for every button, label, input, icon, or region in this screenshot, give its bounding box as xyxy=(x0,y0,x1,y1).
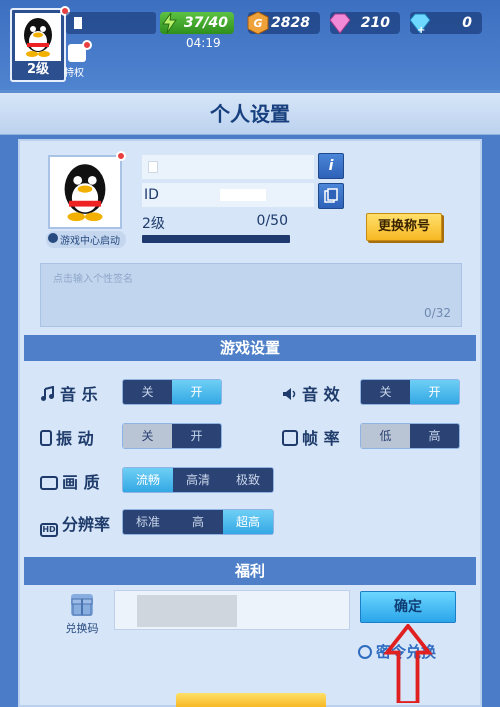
player-avatar[interactable]: 2级 xyxy=(10,6,70,82)
speaker-icon xyxy=(282,386,298,402)
signature-placeholder: 点击输入个性签名 xyxy=(53,274,133,285)
xp-value: 0/50 xyxy=(256,213,288,229)
music-setting-label: 音 乐 xyxy=(40,381,98,405)
diamond-counter[interactable]: + 0 xyxy=(408,11,482,36)
profile-level: 2级 xyxy=(142,216,165,232)
vibration-off[interactable]: 关 xyxy=(123,424,172,448)
framerate-low[interactable]: 低 xyxy=(361,424,410,448)
vibration-on[interactable]: 开 xyxy=(172,424,221,448)
redeem-code-label: 兑换码 xyxy=(62,594,102,644)
resolution-high[interactable]: 高 xyxy=(173,510,223,534)
quality-smooth[interactable]: 流畅 xyxy=(123,468,173,492)
music-note-icon xyxy=(40,385,56,402)
music-off[interactable]: 关 xyxy=(123,380,172,404)
penguin-small-icon xyxy=(48,233,58,243)
change-title-button[interactable]: 更换称号 xyxy=(366,213,442,241)
diamond-plus-icon: + xyxy=(408,11,432,36)
privilege-button[interactable]: 特权 xyxy=(64,40,92,80)
redeem-code-input[interactable] xyxy=(114,590,350,630)
diamond-value: 0 xyxy=(462,15,472,31)
energy-value: 37/40 xyxy=(183,15,228,31)
player-level: 2级 xyxy=(26,62,50,77)
coin-value: 2828 xyxy=(271,15,310,31)
film-icon xyxy=(282,430,298,446)
xp-progress-bar xyxy=(142,235,290,243)
quality-hd[interactable]: 高清 xyxy=(173,468,223,492)
coin-counter[interactable]: G 2828 xyxy=(246,11,320,35)
signature-input[interactable]: 点击输入个性签名 0/32 xyxy=(40,263,462,327)
quality-setting-label: 画 质 xyxy=(40,469,100,493)
framerate-high[interactable]: 高 xyxy=(410,424,459,448)
profile-avatar[interactable] xyxy=(48,151,126,229)
qq-penguin-large-icon xyxy=(64,164,106,222)
lightning-plus-icon xyxy=(158,11,182,35)
info-button[interactable]: i xyxy=(318,153,344,179)
framerate-setting-label: 帧 率 xyxy=(282,425,340,449)
sound-on[interactable]: 开 xyxy=(410,380,459,404)
gift-icon xyxy=(71,594,93,616)
copy-id-button[interactable] xyxy=(318,183,344,209)
vibration-setting-label: 振 动 xyxy=(40,425,94,449)
phone-vibrate-icon xyxy=(40,430,52,446)
framerate-toggle[interactable]: 低 高 xyxy=(360,423,460,449)
nickname-field xyxy=(142,155,314,179)
resolution-ultra[interactable]: 超高 xyxy=(223,510,273,534)
key-icon xyxy=(358,645,372,659)
copy-icon xyxy=(324,188,338,203)
quality-toggle[interactable]: 流畅 高清 极致 xyxy=(122,467,274,493)
player-id: ID xyxy=(142,183,314,207)
resolution-standard[interactable]: 标准 xyxy=(123,510,173,534)
resolution-toggle[interactable]: 标准 高 超高 xyxy=(122,509,274,535)
pink-gem-counter[interactable]: 210 xyxy=(328,11,400,35)
bottom-yellow-button[interactable] xyxy=(176,693,326,707)
hd-icon: HD xyxy=(40,523,58,537)
welfare-header: 福利 xyxy=(24,557,476,585)
coin-icon: G xyxy=(246,11,270,35)
sound-off[interactable]: 关 xyxy=(361,380,410,404)
signature-counter: 0/32 xyxy=(424,306,451,320)
vibration-toggle[interactable]: 关 开 xyxy=(122,423,222,449)
sound-toggle[interactable]: 关 开 xyxy=(360,379,460,405)
level-row: 2级 0/50 xyxy=(142,213,288,233)
energy-timer: 04:19 xyxy=(186,36,221,50)
svg-text:G: G xyxy=(253,17,262,30)
sound-setting-label: 音 效 xyxy=(282,381,340,405)
resolution-setting-label: HD 分辨率 xyxy=(40,511,110,537)
pink-gem-value: 210 xyxy=(360,15,390,31)
privilege-label: 特权 xyxy=(64,68,84,79)
avatar-red-dot xyxy=(116,151,126,161)
red-arrow-annotation xyxy=(383,624,433,703)
energy-counter[interactable]: 37/40 xyxy=(160,12,234,34)
privilege-dot xyxy=(82,40,92,50)
player-name-chip xyxy=(66,12,156,34)
music-on[interactable]: 开 xyxy=(172,380,221,404)
picture-icon xyxy=(40,476,58,490)
quality-ultra[interactable]: 极致 xyxy=(223,468,273,492)
game-settings-header: 游戏设置 xyxy=(24,335,476,361)
svg-text:+: + xyxy=(417,25,425,35)
confirm-button[interactable]: 确定 xyxy=(360,591,456,623)
music-toggle[interactable]: 关 开 xyxy=(122,379,222,405)
pink-gem-icon xyxy=(328,11,352,35)
panel-title: 个人设置 xyxy=(0,93,500,135)
top-bar: 2级 特权 37/40 04:19 G 2828 210 + 0 xyxy=(0,0,500,90)
game-center-badge: 游戏中心启动 xyxy=(46,231,126,248)
qq-penguin-icon xyxy=(15,13,61,61)
